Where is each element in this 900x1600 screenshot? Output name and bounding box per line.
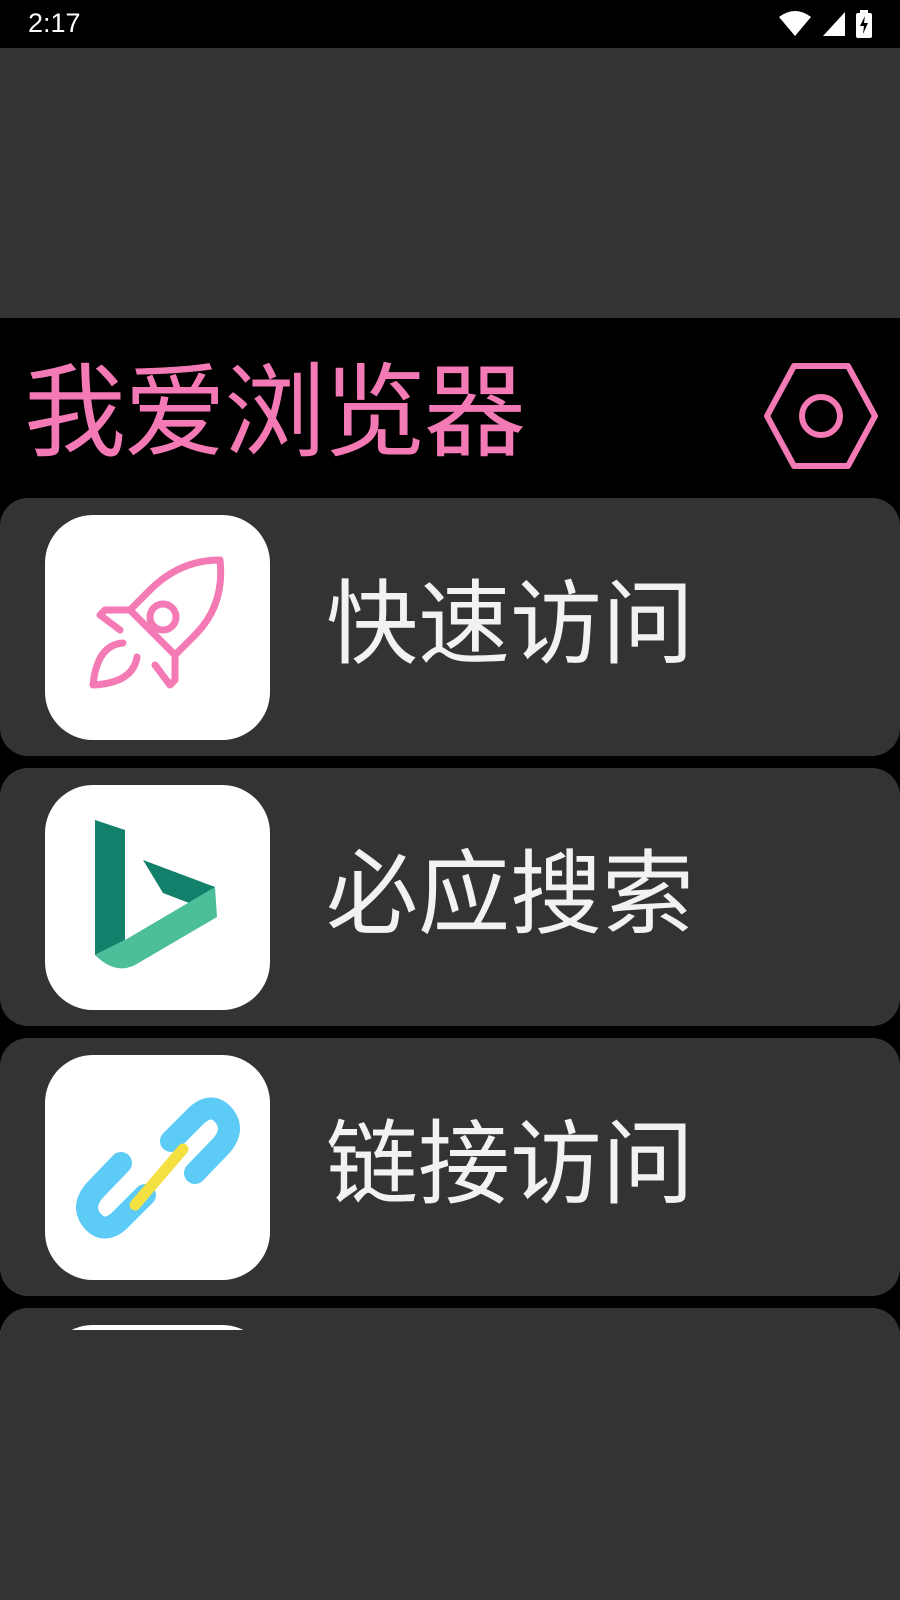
- link-icon: [45, 1055, 270, 1280]
- header: 我爱浏览器: [0, 318, 900, 498]
- bottom-blank-area: [0, 1330, 900, 1600]
- bing-icon: [45, 785, 270, 1010]
- menu-item-bing-search[interactable]: 必应搜索: [0, 768, 900, 1026]
- top-blank-area: [0, 48, 900, 318]
- menu-item-label: 快速访问: [326, 571, 695, 678]
- settings-button[interactable]: [762, 362, 880, 470]
- settings-hexagon-icon: [762, 363, 880, 474]
- status-icons: [778, 10, 872, 38]
- status-time: 2:17: [28, 8, 81, 38]
- wifi-icon: [778, 11, 812, 37]
- menu-item-label: 必应搜索: [326, 841, 695, 948]
- menu-item-link-access[interactable]: 链接访问: [0, 1038, 900, 1296]
- status-bar: 2:17: [0, 0, 900, 48]
- menu-item-quick-access[interactable]: 快速访问: [0, 498, 900, 756]
- app-window: 我爱浏览器 快速访问 必应搜索 链接访问: [0, 318, 900, 1330]
- cellular-signal-icon: [822, 11, 846, 37]
- app-title: 我爱浏览器: [24, 354, 526, 473]
- menu-item-label: 链接访问: [326, 1111, 695, 1218]
- menu-item-partial[interactable]: [0, 1308, 900, 1330]
- rocket-icon: [45, 515, 270, 740]
- battery-charging-icon: [856, 10, 872, 38]
